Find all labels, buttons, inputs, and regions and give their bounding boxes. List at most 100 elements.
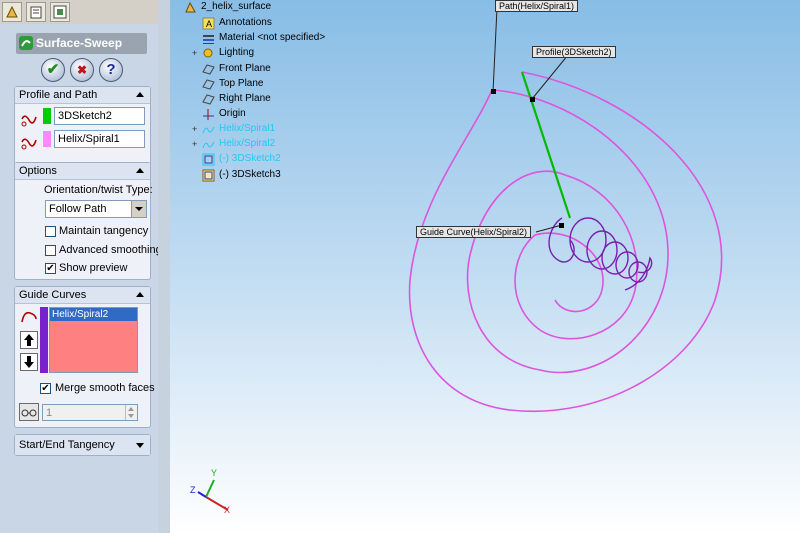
- part-icon: [185, 1, 196, 13]
- viewport-canvas: [197, 7, 723, 511]
- sketch-3d-icon: [202, 169, 215, 182]
- svg-text:A: A: [206, 19, 212, 29]
- tree-item-label: (-) 3DSketch3: [219, 169, 281, 180]
- help-button[interactable]: ?: [99, 58, 123, 82]
- profile-leader-line: [531, 54, 569, 100]
- splitter-bar[interactable]: [158, 0, 170, 533]
- start-end-tangency-header[interactable]: Start/End Tangency: [15, 435, 150, 455]
- feature-manager-tab[interactable]: [2, 2, 22, 22]
- expand-plus-icon[interactable]: +: [192, 48, 197, 58]
- show-sections-button[interactable]: [19, 403, 39, 421]
- orientation-selected-value: Follow Path: [49, 203, 107, 215]
- orientation-select[interactable]: Follow Path: [45, 200, 147, 218]
- surface-sweep-property-manager: Surface-Sweep ✔ ✖ ? Profile and Path 3DS…: [0, 24, 162, 533]
- show-preview-label: Show preview: [59, 262, 128, 274]
- origin-icon: [203, 109, 214, 120]
- plane-icon: [202, 94, 215, 105]
- profile-anchor-point: [530, 97, 535, 102]
- guide-curve-callout[interactable]: Guide Curve(Helix/Spiral2): [416, 226, 532, 238]
- property-manager-tab[interactable]: [26, 2, 46, 22]
- expand-plus-icon[interactable]: +: [192, 139, 197, 149]
- guide-curves-group: Guide Curves Helix/Spiral2 ✔ Merge smoot…: [14, 286, 155, 428]
- profile-selection-field[interactable]: 3DSketch2: [54, 107, 145, 125]
- section-spin-field[interactable]: 1: [42, 404, 138, 421]
- guide-curve-color-bar: [40, 307, 48, 373]
- show-preview-checkbox[interactable]: ✔: [45, 263, 56, 274]
- cancel-x-icon: ✖: [76, 63, 88, 77]
- path-leader-line: [492, 7, 498, 93]
- options-title: Options: [19, 165, 57, 177]
- expand-plus-icon[interactable]: +: [192, 124, 197, 134]
- move-down-button[interactable]: [20, 353, 38, 371]
- start-end-tangency-group: Start/End Tangency: [14, 434, 151, 456]
- guide-anchor-point: [559, 223, 564, 228]
- annotations-icon: A: [202, 17, 215, 30]
- feature-title: Surface-Sweep: [16, 33, 147, 54]
- configuration-icon: [53, 5, 67, 19]
- collapse-arrow-icon[interactable]: [136, 292, 144, 297]
- profile-and-path-title: Profile and Path: [19, 89, 98, 101]
- arrow-down-icon: [24, 356, 34, 368]
- options-header[interactable]: Options: [15, 163, 150, 180]
- merge-smooth-faces-checkbox[interactable]: ✔: [40, 383, 51, 394]
- path-anchor-point: [491, 89, 496, 94]
- cancel-button[interactable]: ✖: [70, 58, 94, 82]
- triad-z-label: Z: [190, 485, 196, 495]
- tree-item-label: Lighting: [219, 47, 255, 58]
- feature-tree-icon: [6, 5, 18, 18]
- profile-sketch-icon: [21, 115, 37, 127]
- move-up-button[interactable]: [20, 331, 38, 349]
- surface-sweep-icon: [19, 36, 33, 50]
- lighting-icon: [203, 48, 213, 58]
- guide-leader-line: [535, 224, 563, 233]
- property-icon: [30, 6, 42, 19]
- options-group: Options Orientation/twist Type: Follow P…: [14, 162, 162, 280]
- tree-item-label: Helix/Spiral1: [219, 123, 276, 134]
- tree-item-label: (-) 3DSketch2: [219, 153, 281, 164]
- help-question-icon: ?: [106, 61, 116, 78]
- tree-root-label: 2_helix_surface: [201, 1, 272, 12]
- advanced-smoothing-label: Advanced smoothing: [59, 244, 162, 256]
- ok-button[interactable]: ✔: [41, 58, 65, 82]
- orientation-label: Orientation/twist Type:: [44, 184, 153, 196]
- guide-curves-header[interactable]: Guide Curves: [15, 287, 150, 304]
- start-end-tangency-title: Start/End Tangency: [19, 439, 115, 451]
- guide-curve-list-item[interactable]: Helix/Spiral2: [50, 308, 137, 321]
- graphics-viewport[interactable]: 2_helix_surface A Annotations Material <…: [170, 0, 800, 533]
- path-spiral-curve: [408, 71, 723, 412]
- profile-callout[interactable]: Profile(3DSketch2): [532, 46, 616, 58]
- feature-title-text: Surface-Sweep: [36, 36, 123, 50]
- plane-icon: [202, 79, 215, 90]
- path-sketch-icon: [21, 138, 37, 150]
- merge-smooth-faces-label: Merge smooth faces: [55, 382, 155, 394]
- tree-item-label: Origin: [219, 108, 246, 119]
- tree-item-label: Front Plane: [219, 63, 271, 74]
- tree-item-label: Top Plane: [219, 78, 264, 89]
- spin-arrows-icon[interactable]: [125, 405, 138, 420]
- maintain-tangency-checkbox[interactable]: [45, 226, 56, 237]
- expand-arrow-icon[interactable]: [136, 443, 144, 448]
- material-icon: [203, 35, 214, 44]
- arrow-up-icon: [24, 334, 34, 346]
- dropdown-arrow-icon[interactable]: [131, 201, 146, 217]
- maintain-tangency-label: Maintain tangency: [59, 225, 149, 237]
- manager-tabs: [0, 0, 158, 25]
- path-selection-field[interactable]: Helix/Spiral1: [54, 130, 145, 148]
- collapse-arrow-icon[interactable]: [136, 92, 144, 97]
- path-callout[interactable]: Path(Helix/Spiral1): [495, 0, 579, 12]
- property-manager-panel: Surface-Sweep ✔ ✖ ? Profile and Path 3DS…: [0, 0, 162, 533]
- ok-checkmark-icon: ✔: [46, 61, 60, 78]
- profile-and-path-header[interactable]: Profile and Path: [15, 87, 150, 104]
- configuration-manager-tab[interactable]: [50, 2, 70, 22]
- triad-y-label: Y: [211, 468, 218, 478]
- path-color-swatch: [43, 131, 51, 147]
- tree-item-label: Material <not specified>: [219, 32, 326, 43]
- guide-curve-icon: [21, 311, 37, 323]
- profile-sketch-line: [520, 71, 572, 219]
- sketch-3d-icon: [202, 153, 215, 166]
- guide-curves-list[interactable]: Helix/Spiral2: [49, 307, 138, 373]
- advanced-smoothing-checkbox[interactable]: [45, 245, 56, 256]
- helix-icon: [202, 141, 215, 149]
- collapse-arrow-icon[interactable]: [136, 168, 144, 173]
- guide-curves-title: Guide Curves: [19, 289, 87, 301]
